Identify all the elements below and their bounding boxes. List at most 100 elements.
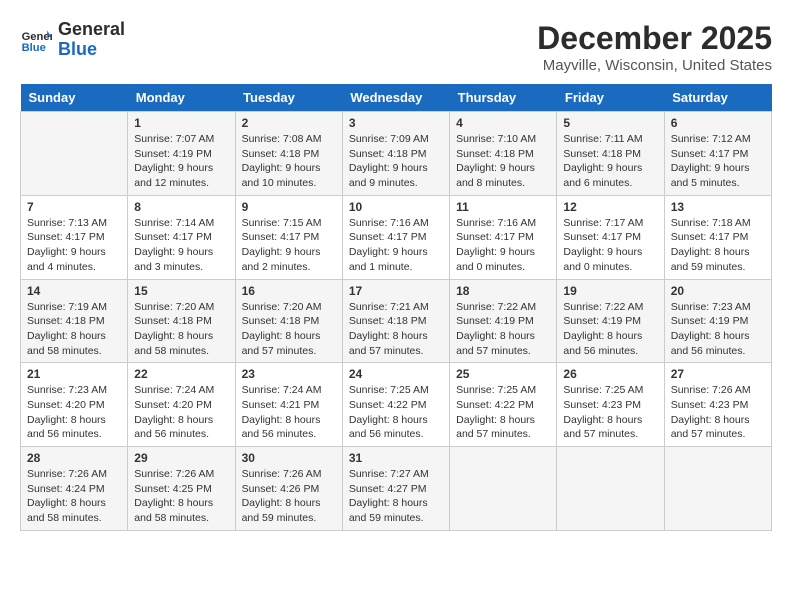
day-info: Sunrise: 7:22 AMSunset: 4:19 PMDaylight:… (456, 300, 550, 359)
calendar-cell: 11 Sunrise: 7:16 AMSunset: 4:17 PMDayligh… (450, 195, 557, 279)
logo: General Blue General Blue (20, 20, 125, 60)
col-wednesday: Wednesday (342, 84, 449, 112)
calendar-cell: 31 Sunrise: 7:27 AMSunset: 4:27 PMDayligh… (342, 447, 449, 531)
col-tuesday: Tuesday (235, 84, 342, 112)
day-info: Sunrise: 7:12 AMSunset: 4:17 PMDaylight:… (671, 132, 765, 191)
calendar-cell: 27Sunrise: 7:26 AMSunset: 4:23 PMDayligh… (664, 363, 771, 447)
svg-text:Blue: Blue (22, 42, 46, 54)
day-number: 1 (134, 116, 228, 130)
calendar-cell: 3 Sunrise: 7:09 AMSunset: 4:18 PMDaylight… (342, 112, 449, 196)
day-number: 29 (134, 451, 228, 465)
calendar-cell (664, 447, 771, 531)
day-number: 18 (456, 284, 550, 298)
calendar-cell: 20Sunrise: 7:23 AMSunset: 4:19 PMDayligh… (664, 279, 771, 363)
header: General Blue General Blue December 2025 … (20, 20, 772, 74)
calendar-cell: 25Sunrise: 7:25 AMSunset: 4:22 PMDayligh… (450, 363, 557, 447)
calendar-cell: 1 Sunrise: 7:07 AMSunset: 4:19 PMDaylight… (128, 112, 235, 196)
day-number: 14 (27, 284, 121, 298)
logo-text: General Blue (58, 20, 125, 60)
day-info: Sunrise: 7:20 AMSunset: 4:18 PMDaylight:… (242, 300, 336, 359)
day-info: Sunrise: 7:26 AMSunset: 4:24 PMDaylight:… (27, 467, 121, 526)
day-info: Sunrise: 7:26 AMSunset: 4:26 PMDaylight:… (242, 467, 336, 526)
logo-icon: General Blue (20, 24, 52, 56)
day-number: 24 (349, 367, 443, 381)
day-info: Sunrise: 7:24 AMSunset: 4:20 PMDaylight:… (134, 383, 228, 442)
calendar-table: Sunday Monday Tuesday Wednesday Thursday… (20, 84, 772, 531)
day-number: 15 (134, 284, 228, 298)
calendar-cell: 5 Sunrise: 7:11 AMSunset: 4:18 PMDaylight… (557, 112, 664, 196)
day-number: 10 (349, 200, 443, 214)
day-number: 11 (456, 200, 550, 214)
day-number: 21 (27, 367, 121, 381)
day-info: Sunrise: 7:07 AMSunset: 4:19 PMDaylight:… (134, 132, 228, 191)
calendar-cell: 10 Sunrise: 7:16 AMSunset: 4:17 PMDayligh… (342, 195, 449, 279)
calendar-cell (450, 447, 557, 531)
calendar-cell: 14 Sunrise: 7:19 AMSunset: 4:18 PMDayligh… (21, 279, 128, 363)
calendar-cell: 19Sunrise: 7:22 AMSunset: 4:19 PMDayligh… (557, 279, 664, 363)
calendar-cell: 8Sunrise: 7:14 AMSunset: 4:17 PMDaylight… (128, 195, 235, 279)
day-number: 23 (242, 367, 336, 381)
day-info: Sunrise: 7:16 AMSunset: 4:17 PMDaylight:… (349, 216, 443, 275)
calendar-cell: 2Sunrise: 7:08 AMSunset: 4:18 PMDaylight… (235, 112, 342, 196)
day-number: 27 (671, 367, 765, 381)
day-number: 28 (27, 451, 121, 465)
day-number: 7 (27, 200, 121, 214)
day-info: Sunrise: 7:23 AMSunset: 4:20 PMDaylight:… (27, 383, 121, 442)
calendar-cell: 4Sunrise: 7:10 AMSunset: 4:18 PMDaylight… (450, 112, 557, 196)
day-number: 5 (563, 116, 657, 130)
day-number: 13 (671, 200, 765, 214)
calendar-cell: 12Sunrise: 7:17 AMSunset: 4:17 PMDayligh… (557, 195, 664, 279)
calendar-cell: 23 Sunrise: 7:24 AMSunset: 4:21 PMDayligh… (235, 363, 342, 447)
day-number: 30 (242, 451, 336, 465)
calendar-body: 1 Sunrise: 7:07 AMSunset: 4:19 PMDaylight… (21, 112, 772, 531)
main-title: December 2025 (537, 20, 772, 57)
calendar-cell: 16 Sunrise: 7:20 AMSunset: 4:18 PMDayligh… (235, 279, 342, 363)
day-number: 31 (349, 451, 443, 465)
day-number: 9 (242, 200, 336, 214)
calendar-week-3: 14 Sunrise: 7:19 AMSunset: 4:18 PMDayligh… (21, 279, 772, 363)
col-friday: Friday (557, 84, 664, 112)
day-number: 22 (134, 367, 228, 381)
day-info: Sunrise: 7:18 AMSunset: 4:17 PMDaylight:… (671, 216, 765, 275)
calendar-cell: 21 Sunrise: 7:23 AMSunset: 4:20 PMDayligh… (21, 363, 128, 447)
day-info: Sunrise: 7:09 AMSunset: 4:18 PMDaylight:… (349, 132, 443, 191)
day-info: Sunrise: 7:27 AMSunset: 4:27 PMDaylight:… (349, 467, 443, 526)
day-number: 3 (349, 116, 443, 130)
calendar-cell: 22 Sunrise: 7:24 AMSunset: 4:20 PMDayligh… (128, 363, 235, 447)
day-number: 12 (563, 200, 657, 214)
day-number: 26 (563, 367, 657, 381)
calendar-cell: 15 Sunrise: 7:20 AMSunset: 4:18 PMDayligh… (128, 279, 235, 363)
day-info: Sunrise: 7:10 AMSunset: 4:18 PMDaylight:… (456, 132, 550, 191)
calendar-cell: 13 Sunrise: 7:18 AMSunset: 4:17 PMDayligh… (664, 195, 771, 279)
day-info: Sunrise: 7:25 AMSunset: 4:22 PMDaylight:… (349, 383, 443, 442)
calendar-week-5: 28 Sunrise: 7:26 AMSunset: 4:24 PMDayligh… (21, 447, 772, 531)
calendar-week-4: 21 Sunrise: 7:23 AMSunset: 4:20 PMDayligh… (21, 363, 772, 447)
day-info: Sunrise: 7:11 AMSunset: 4:18 PMDaylight:… (563, 132, 657, 191)
calendar-cell (557, 447, 664, 531)
day-info: Sunrise: 7:20 AMSunset: 4:18 PMDaylight:… (134, 300, 228, 359)
day-info: Sunrise: 7:23 AMSunset: 4:19 PMDaylight:… (671, 300, 765, 359)
day-info: Sunrise: 7:08 AMSunset: 4:18 PMDaylight:… (242, 132, 336, 191)
day-info: Sunrise: 7:14 AMSunset: 4:17 PMDaylight:… (134, 216, 228, 275)
col-thursday: Thursday (450, 84, 557, 112)
day-number: 19 (563, 284, 657, 298)
title-area: December 2025 Mayville, Wisconsin, Unite… (537, 20, 772, 74)
col-sunday: Sunday (21, 84, 128, 112)
day-number: 16 (242, 284, 336, 298)
calendar-cell: 17Sunrise: 7:21 AMSunset: 4:18 PMDayligh… (342, 279, 449, 363)
day-info: Sunrise: 7:13 AMSunset: 4:17 PMDaylight:… (27, 216, 121, 275)
day-info: Sunrise: 7:24 AMSunset: 4:21 PMDaylight:… (242, 383, 336, 442)
day-info: Sunrise: 7:25 AMSunset: 4:23 PMDaylight:… (563, 383, 657, 442)
day-info: Sunrise: 7:26 AMSunset: 4:25 PMDaylight:… (134, 467, 228, 526)
calendar-week-2: 7 Sunrise: 7:13 AMSunset: 4:17 PMDaylight… (21, 195, 772, 279)
day-info: Sunrise: 7:19 AMSunset: 4:18 PMDaylight:… (27, 300, 121, 359)
day-info: Sunrise: 7:15 AMSunset: 4:17 PMDaylight:… (242, 216, 336, 275)
calendar-cell: 30 Sunrise: 7:26 AMSunset: 4:26 PMDayligh… (235, 447, 342, 531)
calendar-cell: 7 Sunrise: 7:13 AMSunset: 4:17 PMDaylight… (21, 195, 128, 279)
calendar-cell: 6Sunrise: 7:12 AMSunset: 4:17 PMDaylight… (664, 112, 771, 196)
day-info: Sunrise: 7:16 AMSunset: 4:17 PMDaylight:… (456, 216, 550, 275)
day-info: Sunrise: 7:25 AMSunset: 4:22 PMDaylight:… (456, 383, 550, 442)
calendar-cell: 24 Sunrise: 7:25 AMSunset: 4:22 PMDayligh… (342, 363, 449, 447)
calendar-cell: 26 Sunrise: 7:25 AMSunset: 4:23 PMDayligh… (557, 363, 664, 447)
calendar-cell (21, 112, 128, 196)
